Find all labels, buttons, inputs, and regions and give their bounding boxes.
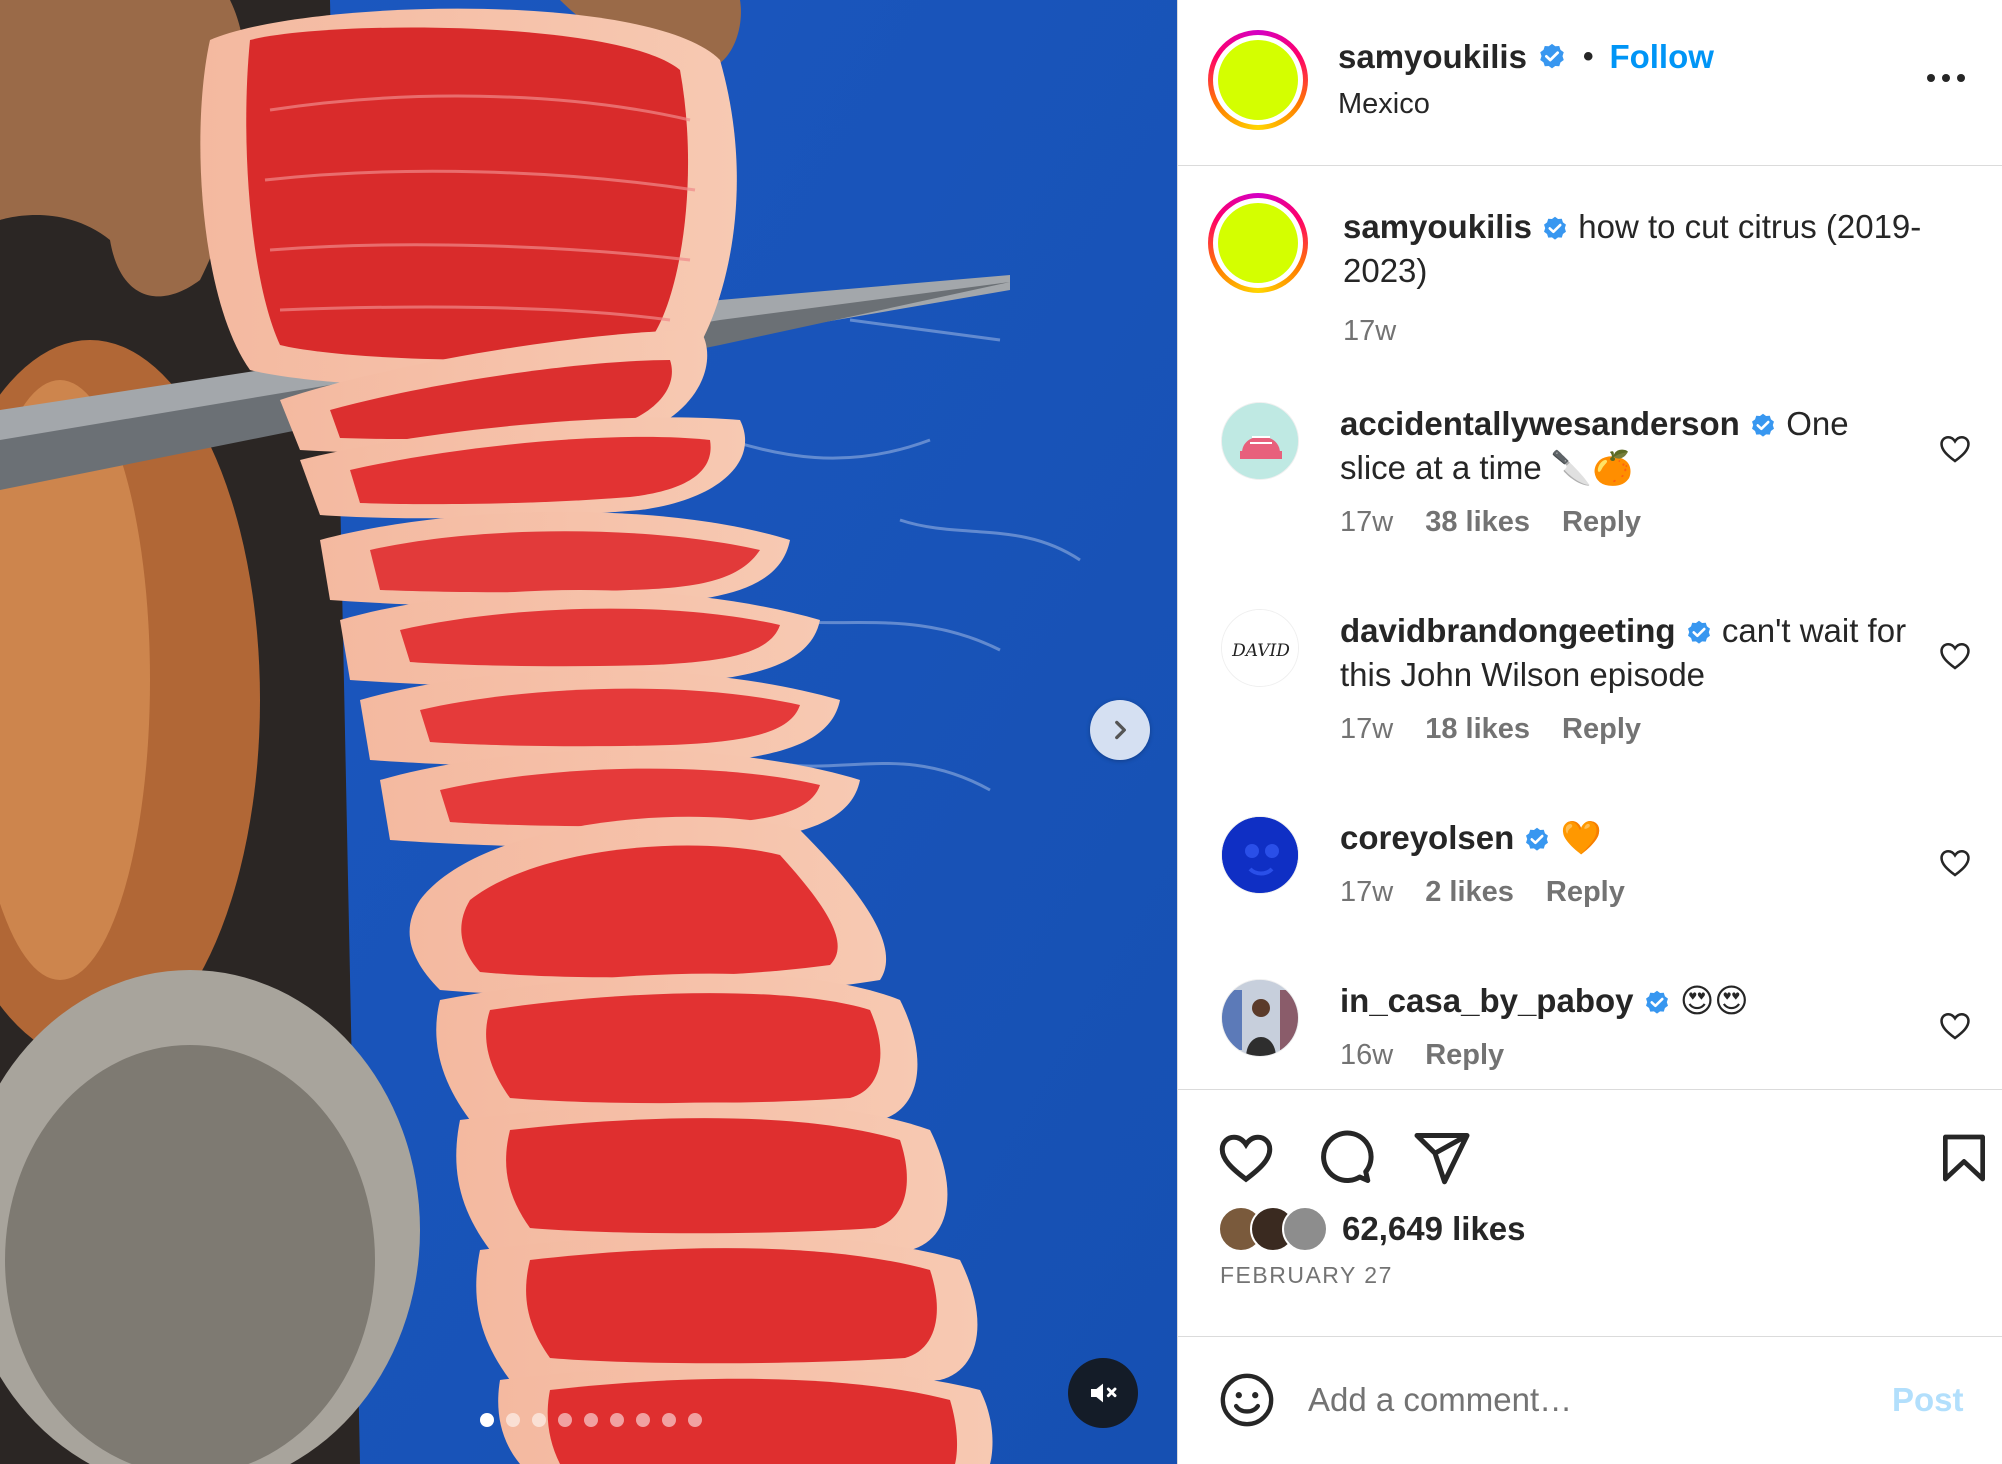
comment-input[interactable] — [1308, 1367, 1868, 1433]
verified-badge-icon — [1540, 43, 1564, 69]
likes-count[interactable]: 62,649 likes — [1342, 1210, 1526, 1248]
more-options-button[interactable] — [1916, 60, 1976, 96]
comment-username[interactable]: coreyolsen — [1340, 819, 1514, 856]
comment-meta: 16w Reply — [1340, 1039, 1920, 1072]
svg-text:DAVID: DAVID — [1231, 641, 1290, 661]
comment-likes[interactable]: 2 likes — [1425, 876, 1514, 909]
like-comment-heart-icon[interactable] — [1938, 846, 1972, 880]
speaker-muted-icon — [1091, 1383, 1117, 1403]
person-photo-avatar-icon — [1222, 980, 1298, 1056]
verified-badge-icon — [1645, 990, 1668, 1014]
comment-text: coreyolsen 🧡 — [1340, 816, 1920, 860]
comment-meta: 17w 18 likes Reply — [1340, 713, 1920, 746]
post-media[interactable] — [0, 0, 1177, 1464]
comment-meta: 17w 38 likes Reply — [1340, 506, 1920, 539]
carousel-dot — [584, 1413, 598, 1427]
post-actions: 62,649 likes FEBRUARY 27 — [1178, 1089, 2002, 1336]
david-logo-avatar-icon: DAVID — [1222, 610, 1298, 686]
carousel-dot — [610, 1413, 624, 1427]
add-comment-bar: Post — [1178, 1336, 2002, 1464]
comment-age[interactable]: 16w — [1340, 1039, 1393, 1072]
reply-button[interactable]: Reply — [1546, 876, 1625, 909]
post-dialog: samyoukilis • Follow Mexico samyoukilis … — [0, 0, 2002, 1464]
comment-username[interactable]: in_casa_by_paboy — [1340, 982, 1634, 1019]
bookmark-icon[interactable] — [1936, 1128, 1992, 1188]
comment-likes[interactable]: 18 likes — [1425, 713, 1530, 746]
author-username[interactable]: samyoukilis — [1338, 38, 1527, 76]
caption-text: samyoukilis how to cut citrus (2019-2023… — [1343, 205, 1943, 293]
carousel-dot — [532, 1413, 546, 1427]
author-row: samyoukilis • Follow — [1338, 38, 1714, 76]
blue-face-avatar-icon — [1222, 817, 1298, 893]
comment-body: 🧡 — [1560, 819, 1602, 856]
follow-button[interactable]: Follow — [1609, 38, 1713, 76]
post-location[interactable]: Mexico — [1338, 88, 1430, 121]
post-header: samyoukilis • Follow Mexico — [1178, 0, 2002, 166]
carousel-dot — [558, 1413, 572, 1427]
reply-button[interactable]: Reply — [1562, 506, 1641, 539]
caption-age[interactable]: 17w — [1343, 315, 1396, 348]
comment-body: 😍😍 — [1679, 982, 1749, 1019]
carousel-dot — [688, 1413, 702, 1427]
post-date[interactable]: FEBRUARY 27 — [1220, 1262, 1393, 1289]
commenter-avatar[interactable]: DAVID — [1221, 609, 1299, 687]
comment-icon[interactable] — [1314, 1128, 1374, 1188]
like-comment-heart-icon[interactable] — [1938, 1009, 1972, 1043]
post-side-panel: samyoukilis • Follow Mexico samyoukilis … — [1177, 0, 2002, 1464]
more-icon-dot — [1927, 74, 1935, 82]
likes-summary[interactable]: 62,649 likes — [1218, 1206, 1526, 1252]
chevron-right-icon — [1115, 720, 1126, 740]
comment-age[interactable]: 17w — [1340, 506, 1393, 539]
comment-text: davidbrandongeeting can't wait for this … — [1340, 609, 1920, 697]
emoji-icon[interactable] — [1218, 1371, 1276, 1429]
author-avatar[interactable] — [1208, 30, 1308, 130]
comment-meta: 17w 2 likes Reply — [1340, 876, 1920, 909]
carousel-dot — [662, 1413, 676, 1427]
reply-button[interactable]: Reply — [1562, 713, 1641, 746]
liker-avatar — [1282, 1206, 1328, 1252]
verified-badge-icon — [1544, 216, 1567, 240]
like-comment-heart-icon[interactable] — [1938, 639, 1972, 673]
carousel-dot — [636, 1413, 650, 1427]
grapefruit-video-frame — [0, 0, 1177, 1464]
carousel-dot — [480, 1413, 494, 1427]
comment-username[interactable]: davidbrandongeeting — [1340, 612, 1676, 649]
carousel-dot — [506, 1413, 520, 1427]
caption-username[interactable]: samyoukilis — [1343, 208, 1532, 245]
comment-username[interactable]: accidentallywesanderson — [1340, 405, 1740, 442]
pink-cake-avatar-icon — [1222, 403, 1298, 479]
comment-age[interactable]: 17w — [1340, 713, 1393, 746]
caption-meta: 17w — [1343, 315, 1943, 348]
carousel-indicator — [480, 1413, 702, 1427]
comment-text: in_casa_by_paboy 😍😍 — [1340, 979, 1920, 1023]
post-comment-button[interactable]: Post — [1892, 1381, 1964, 1419]
mute-toggle-button[interactable] — [1068, 1358, 1138, 1428]
share-icon[interactable] — [1412, 1128, 1472, 1188]
reply-button[interactable]: Reply — [1425, 1039, 1504, 1072]
comment-text: accidentallywesanderson One slice at a t… — [1340, 402, 1920, 490]
verified-badge-icon — [1687, 620, 1710, 644]
verified-badge-icon — [1526, 827, 1549, 851]
comment-likes[interactable]: 38 likes — [1425, 506, 1530, 539]
commenter-avatar[interactable] — [1221, 402, 1299, 480]
commenter-avatar[interactable] — [1221, 816, 1299, 894]
caption-author-avatar[interactable] — [1208, 193, 1308, 293]
like-comment-heart-icon[interactable] — [1938, 432, 1972, 466]
comments-list[interactable]: samyoukilis how to cut citrus (2019-2023… — [1178, 167, 2002, 1089]
more-icon-dot — [1957, 74, 1965, 82]
commenter-avatar[interactable] — [1221, 979, 1299, 1057]
heart-icon[interactable] — [1216, 1128, 1276, 1188]
header-separator: • — [1582, 40, 1594, 73]
comment-age[interactable]: 17w — [1340, 876, 1393, 909]
verified-badge-icon — [1752, 413, 1774, 437]
next-media-button[interactable] — [1090, 700, 1150, 760]
more-icon-dot — [1942, 74, 1950, 82]
